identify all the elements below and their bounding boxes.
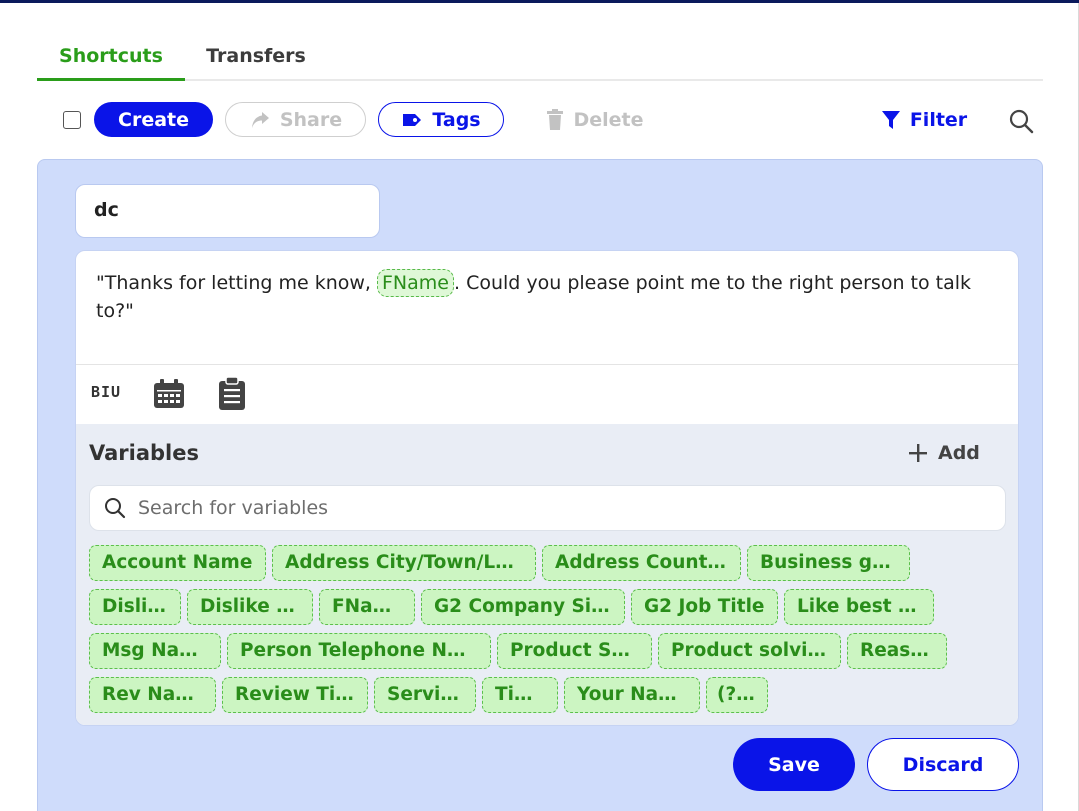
trash-icon — [547, 108, 564, 130]
delete-button[interactable]: Delete — [540, 102, 650, 137]
add-variable-button[interactable]: Add — [908, 442, 980, 464]
variable-chip[interactable]: Product Solv — [497, 633, 652, 669]
search-icon — [105, 498, 126, 519]
message-editor: "Thanks for letting me know, FName. Coul… — [75, 250, 1019, 726]
toolbar: Create Share Tags Delete Filter — [0, 100, 1079, 140]
discard-button[interactable]: Discard — [867, 738, 1019, 791]
delete-label: Delete — [573, 108, 644, 131]
variable-chip[interactable]: G2 Job Title — [631, 589, 778, 625]
create-label: Create — [118, 108, 189, 131]
variable-chip[interactable]: Like best G2 — [784, 589, 934, 625]
variable-chip[interactable]: Account Name — [89, 545, 266, 581]
variable-chip[interactable]: Rev Name — [89, 677, 216, 713]
shortcut-editor-panel: dc "Thanks for letting me know, FName. C… — [37, 159, 1043, 811]
variable-chip[interactable]: G2 Company Size — [421, 589, 625, 625]
format-toolbar: BIU — [76, 364, 1018, 424]
variable-chip[interactable]: Review Title — [222, 677, 368, 713]
clipboard-icon[interactable] — [218, 377, 246, 411]
variable-chip[interactable]: Address Country — [542, 545, 741, 581]
create-button[interactable]: Create — [94, 102, 213, 137]
filter-button[interactable]: Filter — [876, 102, 972, 137]
filter-label: Filter — [909, 108, 968, 131]
share-icon — [251, 111, 269, 128]
tab-transfers[interactable]: Transfers — [197, 42, 315, 81]
variable-chip[interactable]: Reason — [847, 633, 947, 669]
variable-chip[interactable]: Person Telephone Nu… — [227, 633, 491, 669]
message-text-before: "Thanks for letting me know, — [96, 272, 377, 294]
variable-chip[interactable]: Your Name — [564, 677, 700, 713]
text-format-icon[interactable]: BIU — [91, 383, 121, 401]
variable-search-field[interactable] — [89, 485, 1006, 531]
variable-search-input[interactable] — [138, 497, 938, 519]
search-icon[interactable] — [1008, 108, 1034, 134]
variables-section: Variables Add Account Name Address Cit — [76, 424, 1018, 725]
tags-button[interactable]: Tags — [378, 102, 504, 137]
tags-label: Tags — [432, 108, 481, 131]
message-body[interactable]: "Thanks for letting me know, FName. Coul… — [96, 269, 996, 325]
add-variable-label: Add — [938, 442, 980, 464]
save-label: Save — [768, 753, 820, 776]
calendar-icon[interactable] — [153, 379, 185, 409]
share-button[interactable]: Share — [225, 102, 366, 137]
variables-title: Variables — [89, 441, 199, 465]
inline-variable-chip[interactable]: FName — [377, 269, 454, 297]
share-label: Share — [279, 108, 343, 131]
variable-chip[interactable]: Product solving — [658, 633, 841, 669]
variable-chip[interactable]: FName — [319, 589, 415, 625]
variable-chip[interactable]: Time — [482, 677, 558, 713]
variable-chip[interactable]: Dislike — [89, 589, 181, 625]
plus-icon — [909, 444, 927, 462]
variable-chip[interactable]: (?) · — [706, 677, 768, 713]
discard-label: Discard — [902, 753, 984, 776]
variable-chip[interactable]: Msg Name — [89, 633, 221, 669]
select-all-checkbox[interactable] — [63, 111, 81, 129]
filter-icon — [881, 110, 900, 129]
variable-chip[interactable]: Business goal — [747, 545, 910, 581]
save-button[interactable]: Save — [733, 738, 855, 791]
variable-chip[interactable]: Dislike G2 — [187, 589, 313, 625]
tag-icon — [403, 113, 422, 126]
tab-bar: Shortcuts Transfers — [37, 40, 1043, 81]
variable-chip[interactable]: Service — [374, 677, 476, 713]
shortcut-name-input[interactable]: dc — [75, 184, 380, 238]
tab-shortcuts[interactable]: Shortcuts — [37, 42, 185, 81]
variable-chip[interactable]: Address City/Town/L… — [272, 545, 536, 581]
top-border — [0, 0, 1079, 3]
